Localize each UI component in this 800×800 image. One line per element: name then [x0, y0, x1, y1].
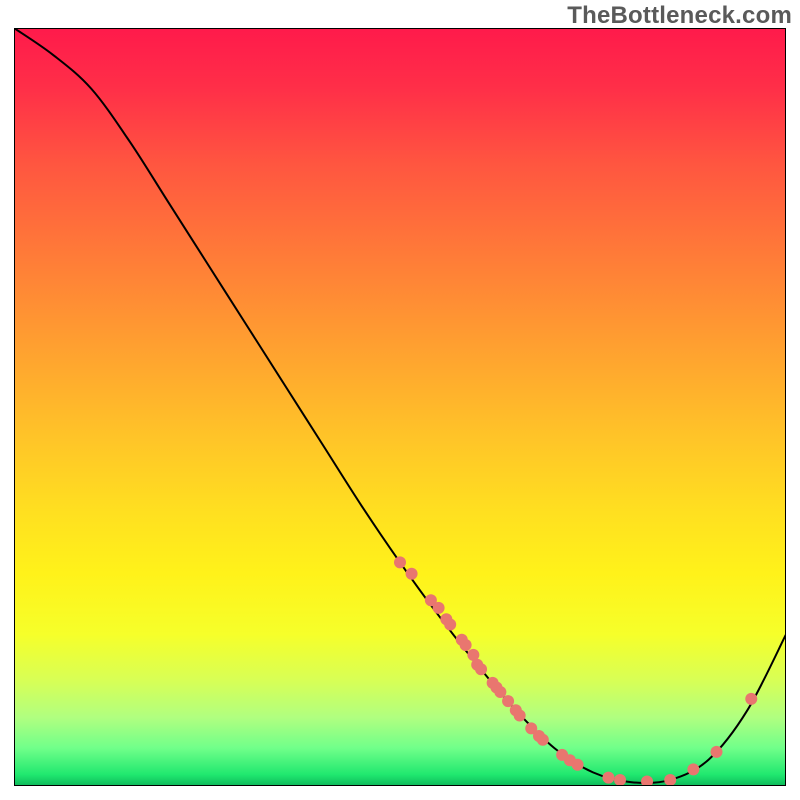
marker-point — [502, 695, 514, 707]
plot-area — [14, 28, 786, 786]
marker-point — [475, 663, 487, 675]
marker-point — [687, 763, 699, 775]
marker-point — [444, 619, 456, 631]
marker-point — [494, 686, 506, 698]
marker-point — [460, 639, 472, 651]
marker-point — [745, 693, 757, 705]
marker-point — [664, 774, 676, 786]
watermark-label: TheBottleneck.com — [567, 2, 792, 30]
marker-point — [572, 759, 584, 771]
marker-point — [602, 772, 614, 784]
marker-point — [537, 734, 549, 746]
marker-point — [406, 568, 418, 580]
marker-point — [433, 602, 445, 614]
chart-svg — [14, 28, 786, 786]
chart-stage: TheBottleneck.com — [0, 0, 800, 800]
marker-point — [711, 746, 723, 758]
marker-point — [394, 556, 406, 568]
marker-point — [514, 710, 526, 722]
marker-point — [614, 774, 626, 786]
